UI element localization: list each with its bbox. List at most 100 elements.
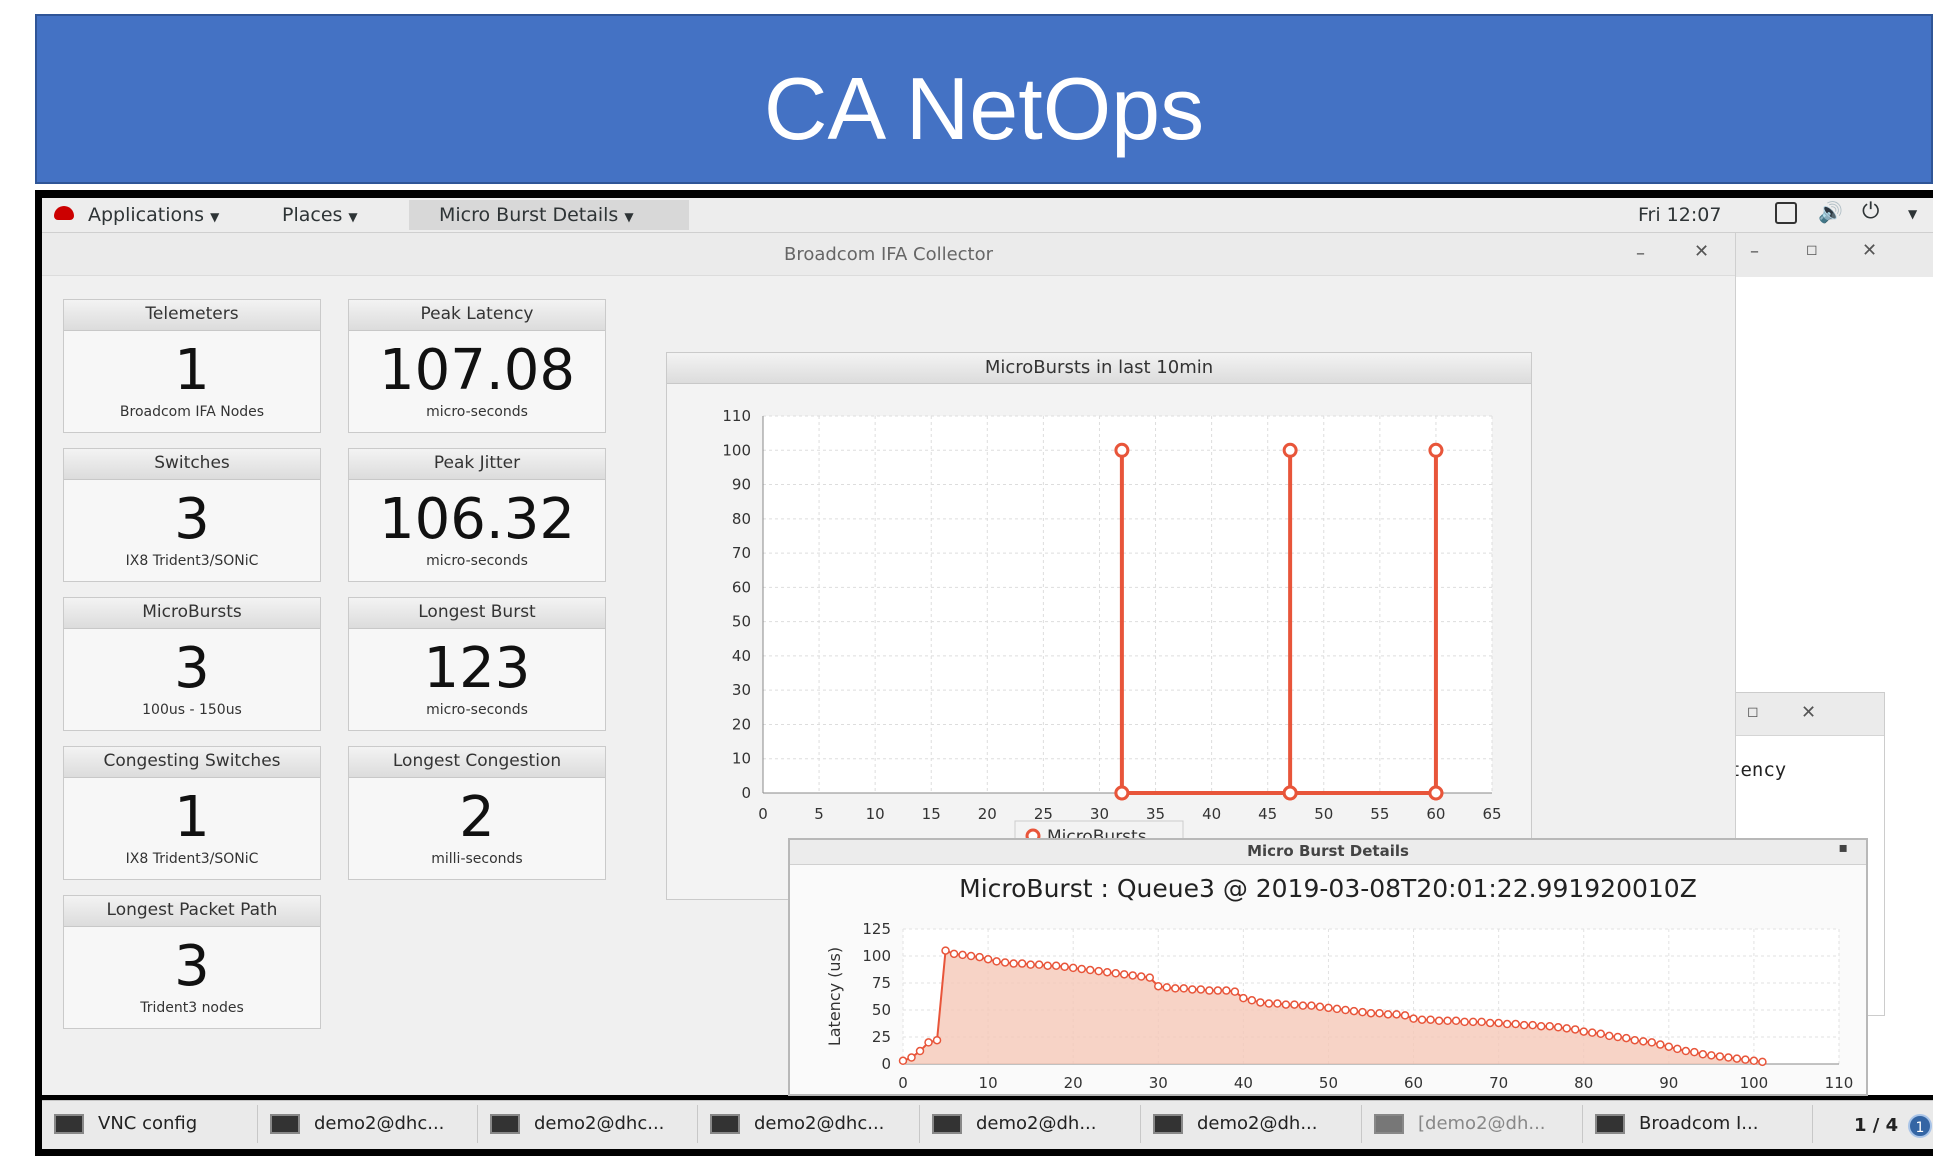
- terminal-icon: [932, 1114, 962, 1134]
- data-point: [1239, 993, 1248, 1003]
- x-tick-label: 60: [1426, 805, 1445, 823]
- x-tick-label: 0: [758, 805, 768, 823]
- tile-value: 106.32: [379, 487, 575, 552]
- tile-value: 1: [174, 338, 210, 403]
- desktop-screenshot: Applications ▼ Places ▼ Micro Burst Detail…: [35, 190, 1933, 1156]
- volume-icon[interactable]: 🔊: [1818, 200, 1843, 224]
- active-window-label: Micro Burst Details: [439, 204, 619, 226]
- close-icon[interactable]: ✕: [1694, 241, 1709, 262]
- data-point: [1111, 969, 1120, 978]
- minimize-icon[interactable]: –: [1750, 241, 1759, 262]
- data-point: [1400, 1011, 1410, 1020]
- chevron-down-icon: ▼: [348, 210, 358, 224]
- data-point: [1282, 785, 1298, 801]
- x-tick-label: 80: [1574, 1074, 1593, 1092]
- data-point: [1375, 1008, 1384, 1018]
- tile-title: Peak Latency: [349, 300, 605, 331]
- chart-title: MicroBursts in last 10min: [667, 353, 1531, 384]
- power-icon[interactable]: ⏻: [1862, 199, 1879, 224]
- chevron-down-icon[interactable]: ▼: [1908, 207, 1917, 221]
- data-point: [1307, 1001, 1316, 1010]
- taskbar-item[interactable]: demo2@dhc...: [698, 1105, 920, 1143]
- active-window-menu[interactable]: Micro Burst Details ▼: [439, 204, 634, 226]
- taskbar-item[interactable]: Broadcom I...: [1583, 1105, 1813, 1143]
- y-axis-label: Latency (us): [825, 947, 844, 1046]
- data-point: [1077, 964, 1086, 974]
- close-icon[interactable]: ✕: [1801, 702, 1816, 723]
- places-menu[interactable]: Places ▼: [282, 204, 358, 226]
- data-point: [1690, 1047, 1699, 1057]
- close-icon[interactable]: ✕: [1862, 240, 1877, 261]
- data-point: [1536, 1021, 1546, 1031]
- data-point: [924, 1038, 933, 1047]
- data-point: [1553, 1023, 1563, 1032]
- data-point: [992, 957, 1001, 966]
- taskbar-item[interactable]: [demo2@dh...: [1362, 1105, 1583, 1143]
- data-point: [1630, 1035, 1640, 1045]
- x-tick-label: 30: [1090, 805, 1109, 823]
- data-point: [1162, 983, 1172, 992]
- taskbar-item[interactable]: demo2@dh...: [920, 1105, 1141, 1143]
- data-point: [1230, 987, 1240, 996]
- redhat-logo-icon: [54, 206, 74, 220]
- data-point: [932, 1035, 942, 1045]
- data-point: [1707, 1051, 1716, 1060]
- metric-tile: Longest Congestion 2 milli-seconds: [348, 746, 606, 880]
- tile-subtitle: IX8 Trident3/SONiC: [125, 553, 259, 569]
- y-tick-label: 0: [881, 1055, 891, 1073]
- data-point: [1222, 986, 1231, 995]
- data-point: [1000, 958, 1010, 967]
- maximize-icon[interactable]: ◻: [1806, 242, 1818, 258]
- microbursts-chart-panel: MicroBursts in last 10min 0 5 10 15 20 25 30 35…: [666, 352, 1532, 900]
- clock[interactable]: Fri 12:07: [1638, 204, 1721, 226]
- x-tick-label: 15: [922, 805, 941, 823]
- taskbar-item-label: demo2@dhc...: [314, 1113, 445, 1134]
- y-tick-label: 100: [722, 441, 751, 459]
- y-tick-label: 75: [872, 974, 891, 992]
- taskbar-item[interactable]: VNC config: [42, 1105, 258, 1143]
- tile-value: 2: [459, 785, 495, 850]
- data-point: [1681, 1046, 1691, 1056]
- data-point: [1094, 966, 1103, 976]
- y-tick-label: 40: [732, 647, 751, 665]
- data-point: [1383, 1010, 1393, 1019]
- applications-label: Applications: [88, 204, 205, 226]
- tile-value: 1: [174, 785, 210, 850]
- tile-subtitle: Broadcom IFA Nodes: [119, 404, 265, 420]
- x-tick-label: 55: [1370, 805, 1389, 823]
- taskbar-item-label: Broadcom I...: [1639, 1113, 1759, 1134]
- data-point: [941, 946, 950, 955]
- minimize-icon[interactable]: –: [1636, 243, 1645, 264]
- data-point: [1749, 1056, 1759, 1066]
- title-banner: CA NetOps: [35, 14, 1933, 184]
- terminal-icon: [1153, 1114, 1183, 1134]
- maximize-icon[interactable]: ◻: [1747, 704, 1759, 720]
- data-point: [1051, 961, 1061, 970]
- taskbar-item[interactable]: demo2@dhc...: [478, 1105, 698, 1143]
- data-point: [1188, 985, 1197, 994]
- details-menu-icon[interactable]: ▪: [1839, 840, 1849, 856]
- data-point: [1428, 785, 1444, 801]
- data-point: [1205, 986, 1214, 995]
- workspace-indicator[interactable]: 1 / 4: [1854, 1115, 1898, 1136]
- x-tick-label: 70: [1489, 1074, 1508, 1092]
- data-point: [1579, 1027, 1588, 1036]
- tile-subtitle: 100us - 150us: [142, 702, 242, 718]
- data-point: [1154, 981, 1163, 991]
- data-point: [1324, 1003, 1333, 1013]
- metric-tile: Congesting Switches 1 IX8 Trident3/SONiC: [63, 746, 321, 880]
- data-point: [1009, 959, 1018, 968]
- taskbar-item[interactable]: demo2@dhc...: [258, 1105, 478, 1143]
- data-point: [1434, 1016, 1444, 1026]
- terminal-icon: [1595, 1114, 1625, 1134]
- data-point: [1622, 1033, 1631, 1043]
- y-tick-label: 110: [722, 407, 751, 425]
- window-overview-icon[interactable]: [1775, 202, 1797, 224]
- data-point: [1068, 963, 1078, 973]
- notification-badge[interactable]: 1: [1908, 1114, 1932, 1138]
- taskbar-item[interactable]: demo2@dh...: [1141, 1105, 1362, 1143]
- latency-chart: 0 10 20 30 40 50 60 70 80 90 100 110 0 25 50 75 100 125 La…: [825, 920, 1853, 1092]
- applications-menu[interactable]: Applications ▼: [88, 204, 219, 226]
- x-tick-label: 60: [1404, 1074, 1423, 1092]
- x-tick-label: 40: [1234, 1074, 1253, 1092]
